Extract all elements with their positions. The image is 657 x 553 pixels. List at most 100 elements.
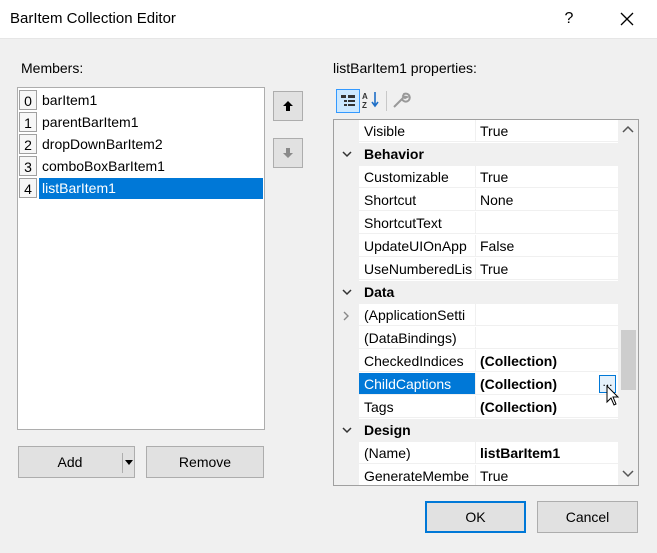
add-button-label: Add bbox=[57, 454, 83, 470]
property-value[interactable]: False bbox=[476, 235, 618, 257]
property-name: UpdateUIOnApp bbox=[359, 235, 476, 257]
member-name: parentBarItem1 bbox=[42, 114, 139, 130]
category-design[interactable]: Design bbox=[334, 419, 618, 442]
property-name: Visible bbox=[359, 120, 476, 142]
property-row-visible[interactable]: Visible True bbox=[334, 120, 618, 143]
title-bar: BarItem Collection Editor ? bbox=[0, 0, 657, 39]
svg-text:A: A bbox=[362, 92, 368, 101]
property-row-shortcut[interactable]: Shortcut None bbox=[334, 189, 618, 212]
category-name: Data bbox=[364, 284, 395, 300]
property-name: ChildCaptions bbox=[359, 373, 476, 395]
svg-text:Z: Z bbox=[362, 101, 367, 110]
member-index: 0 bbox=[19, 90, 37, 110]
property-value[interactable]: (Collection) bbox=[476, 373, 618, 395]
member-item-comboboxbaritem1[interactable]: 3 comboBoxBarItem1 bbox=[18, 156, 264, 177]
help-button[interactable]: ? bbox=[552, 0, 586, 38]
property-row-updateuionapp[interactable]: UpdateUIOnApp False bbox=[334, 235, 618, 258]
property-pages-button[interactable] bbox=[390, 89, 414, 113]
property-row-databindings[interactable]: (DataBindings) bbox=[334, 327, 618, 350]
property-row-customizable[interactable]: Customizable True bbox=[334, 166, 618, 189]
property-value[interactable]: True bbox=[476, 465, 618, 485]
property-name: Shortcut bbox=[359, 189, 476, 211]
arrow-up-icon bbox=[283, 101, 293, 111]
members-list[interactable]: 0 barItem1 1 parentBarItem1 2 dropDownBa… bbox=[17, 87, 265, 430]
property-name: UseNumberedLis bbox=[359, 258, 476, 280]
category-name: Design bbox=[364, 422, 411, 438]
property-value[interactable]: True bbox=[476, 258, 618, 280]
member-item-baritem1[interactable]: 0 barItem1 bbox=[18, 90, 264, 111]
property-name: GenerateMembe bbox=[359, 465, 476, 485]
property-row-usenumberedlist[interactable]: UseNumberedLis True bbox=[334, 258, 618, 281]
property-value[interactable]: (Collection) bbox=[476, 350, 618, 372]
property-value[interactable]: True bbox=[476, 166, 618, 188]
property-value[interactable]: True bbox=[476, 120, 618, 142]
property-value[interactable] bbox=[476, 304, 618, 326]
toolbar-separator bbox=[386, 91, 387, 111]
property-value[interactable] bbox=[476, 212, 618, 234]
category-behavior[interactable]: Behavior bbox=[334, 143, 618, 166]
row-gutter bbox=[334, 235, 359, 258]
property-name: ShortcutText bbox=[359, 212, 476, 234]
property-row-tags[interactable]: Tags (Collection) bbox=[334, 396, 618, 419]
wrench-icon bbox=[393, 92, 411, 108]
property-grid[interactable]: Visible True Behavior Customizable True … bbox=[333, 119, 639, 486]
property-name: (Name) bbox=[359, 442, 476, 464]
property-row-checkedindices[interactable]: CheckedIndices (Collection) bbox=[334, 350, 618, 373]
chevron-right-icon[interactable] bbox=[343, 311, 350, 321]
chevron-down-icon[interactable] bbox=[342, 289, 352, 296]
member-name: barItem1 bbox=[42, 92, 98, 108]
close-icon bbox=[620, 12, 634, 26]
row-gutter bbox=[334, 166, 359, 189]
property-row-name[interactable]: (Name) listBarItem1 bbox=[334, 442, 618, 465]
row-gutter bbox=[334, 465, 359, 485]
members-label: Members: bbox=[21, 60, 84, 76]
property-value[interactable]: None bbox=[476, 189, 618, 211]
chevron-down-icon[interactable] bbox=[342, 151, 352, 158]
property-value[interactable]: (Collection) bbox=[476, 396, 618, 418]
member-item-listbaritem1[interactable]: 4 listBarItem1 bbox=[18, 178, 264, 199]
scroll-up-icon[interactable] bbox=[622, 125, 634, 133]
row-gutter bbox=[334, 258, 359, 281]
row-gutter bbox=[334, 212, 359, 235]
property-value[interactable]: listBarItem1 bbox=[476, 442, 618, 464]
property-grid-scrollbar[interactable] bbox=[618, 120, 638, 485]
remove-button[interactable]: Remove bbox=[146, 446, 264, 478]
member-name: comboBoxBarItem1 bbox=[42, 158, 165, 174]
add-button[interactable]: Add bbox=[18, 446, 135, 478]
property-name: (ApplicationSetti bbox=[359, 304, 476, 326]
move-down-button[interactable] bbox=[273, 138, 303, 168]
close-button[interactable] bbox=[607, 0, 647, 38]
dropdown-arrow-icon[interactable] bbox=[125, 460, 133, 465]
row-gutter bbox=[334, 373, 359, 396]
category-data[interactable]: Data bbox=[334, 281, 618, 304]
member-name: dropDownBarItem2 bbox=[42, 136, 163, 152]
property-row-applicationsettings[interactable]: (ApplicationSetti bbox=[334, 304, 618, 327]
property-value[interactable] bbox=[476, 327, 618, 349]
property-row-childcaptions[interactable]: ChildCaptions (Collection) ... bbox=[334, 373, 618, 396]
category-name: Behavior bbox=[364, 146, 424, 162]
cancel-button[interactable]: Cancel bbox=[537, 501, 638, 533]
categorized-button[interactable] bbox=[336, 89, 360, 113]
row-gutter bbox=[334, 350, 359, 373]
member-index: 3 bbox=[19, 156, 37, 176]
scroll-thumb[interactable] bbox=[621, 330, 636, 390]
property-name: (DataBindings) bbox=[359, 327, 476, 349]
properties-label: listBarItem1 properties: bbox=[333, 60, 477, 76]
sort-alphabetical-icon: A Z bbox=[362, 92, 379, 110]
property-name: Tags bbox=[359, 396, 476, 418]
member-item-parentbaritem1[interactable]: 1 parentBarItem1 bbox=[18, 112, 264, 133]
ok-button[interactable]: OK bbox=[425, 501, 526, 533]
window-title: BarItem Collection Editor bbox=[10, 10, 176, 27]
mouse-cursor-icon bbox=[606, 385, 620, 406]
property-row-generatemember[interactable]: GenerateMembe True bbox=[334, 465, 618, 485]
property-name: Customizable bbox=[359, 166, 476, 188]
row-gutter bbox=[334, 442, 359, 465]
row-gutter bbox=[334, 327, 359, 350]
move-up-button[interactable] bbox=[273, 91, 303, 121]
member-item-dropdownbaritem2[interactable]: 2 dropDownBarItem2 bbox=[18, 134, 264, 155]
property-row-shortcuttext[interactable]: ShortcutText bbox=[334, 212, 618, 235]
scroll-down-icon[interactable] bbox=[622, 470, 634, 478]
member-index: 2 bbox=[19, 134, 37, 154]
alphabetical-button[interactable]: A Z bbox=[360, 89, 384, 113]
chevron-down-icon[interactable] bbox=[342, 427, 352, 434]
